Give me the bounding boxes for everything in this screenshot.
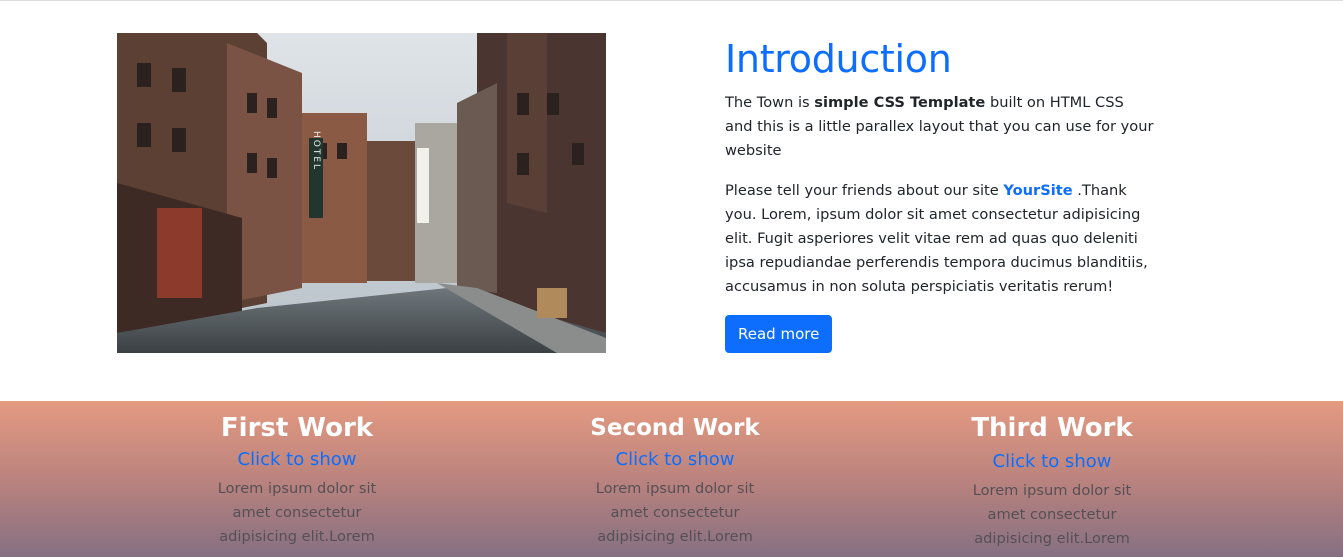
read-more-button[interactable]: Read more — [725, 315, 833, 353]
top-border — [0, 0, 1343, 1]
introduction-section: Introduction The Town is simple CSS Temp… — [725, 36, 1155, 353]
click-to-show-link[interactable]: Click to show — [147, 447, 447, 473]
work-title: Second Work — [590, 415, 760, 441]
click-to-show-link[interactable]: Click to show — [902, 449, 1202, 475]
works-band: First Work Click to show Lorem ipsum dol… — [0, 401, 1343, 557]
click-to-show-link[interactable]: Click to show — [525, 447, 825, 473]
town-street-image: HOTEL — [117, 33, 606, 353]
template-name: simple CSS Template — [814, 94, 986, 111]
hotel-sign-text: HOTEL — [311, 131, 321, 171]
introduction-heading: Introduction — [725, 37, 952, 81]
work-description: Lorem ipsum dolor sit amet consectetur a… — [972, 482, 1132, 547]
work-card-second: Second Work Click to show Lorem ipsum do… — [525, 401, 825, 549]
work-title: First Work — [220, 413, 374, 443]
work-card-first: First Work Click to show Lorem ipsum dol… — [147, 401, 447, 549]
site-name-link[interactable]: YourSite — [1003, 182, 1072, 199]
intro-paragraph-2: Please tell your friends about our site … — [725, 182, 1148, 295]
work-description: Lorem ipsum dolor sit amet consectetur a… — [217, 480, 377, 545]
work-title: Third Work — [971, 413, 1133, 443]
work-description: Lorem ipsum dolor sit amet consectetur a… — [595, 480, 755, 545]
work-card-third: Third Work Click to show Lorem ipsum dol… — [902, 401, 1202, 551]
intro-paragraph-1: The Town is simple CSS Template built on… — [725, 94, 1154, 159]
